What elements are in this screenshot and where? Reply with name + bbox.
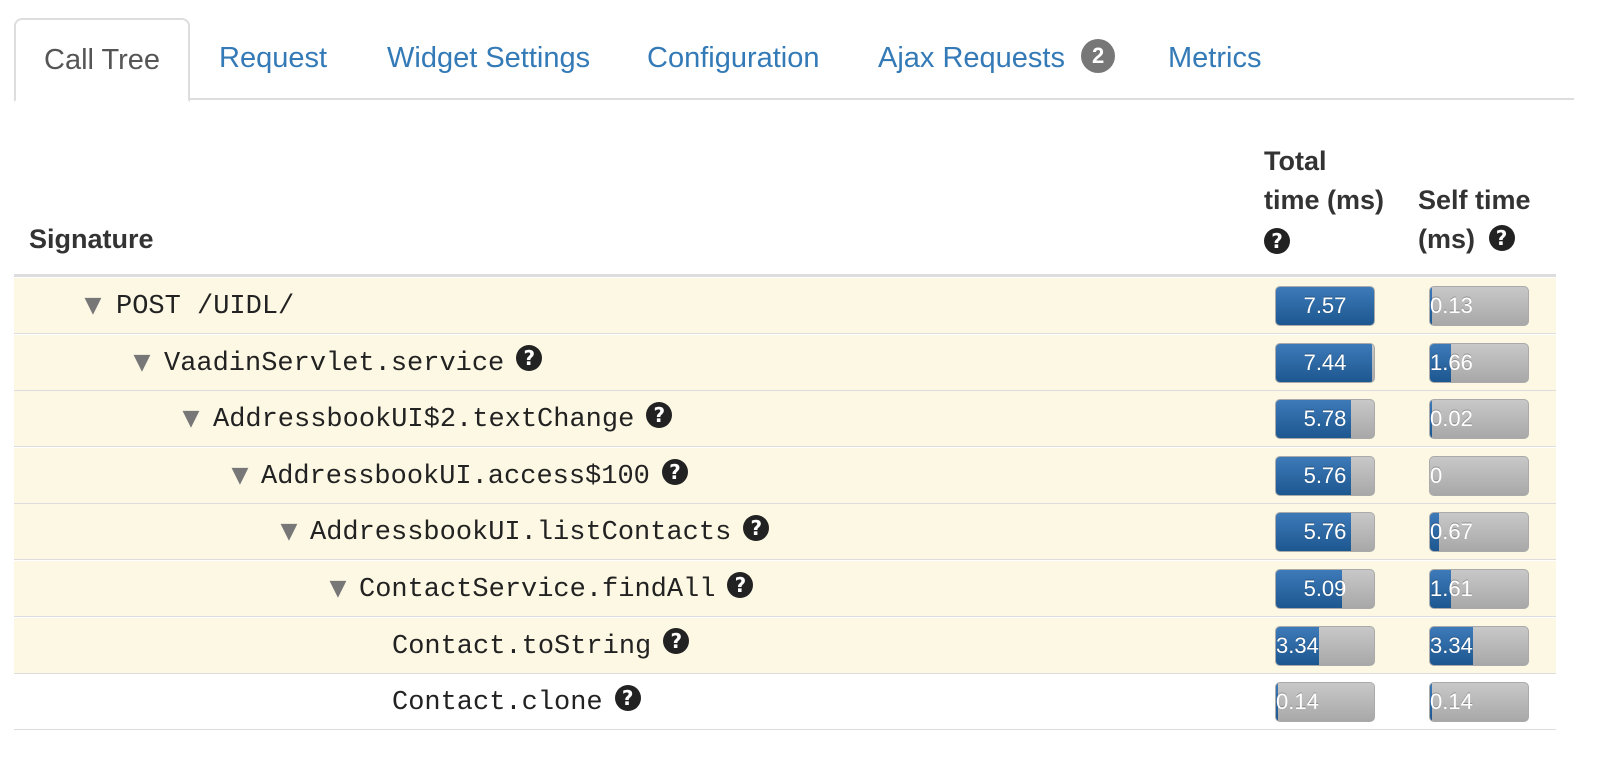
caret-down-icon[interactable]: ▼	[78, 278, 108, 334]
tab-label: Widget Settings	[387, 42, 591, 74]
tab-label: Ajax Requests	[878, 42, 1065, 74]
table-row[interactable]: ▼ AddressbookUI.access$100? 5.76 0	[14, 447, 1556, 504]
table-row[interactable]: ▼ AddressbookUI.listContacts? 5.76 0.67	[14, 504, 1556, 561]
tab-metrics[interactable]: Metrics	[1168, 18, 1261, 100]
signature-text: POST /UIDL/	[116, 292, 295, 322]
self-time-bar-value: 0.14	[1430, 689, 1473, 715]
total-time-bar-value: 7.57	[1303, 293, 1347, 318]
total-time-bar: 0.14	[1275, 682, 1375, 723]
total-time-bar: 5.78	[1275, 399, 1375, 440]
self-time-bar-value: 1.66	[1430, 349, 1473, 375]
caret-down-icon[interactable]: ▼	[225, 448, 255, 504]
total-time-bar-value: 5.09	[1303, 576, 1347, 601]
signature-text: AddressbookUI$2.textChange	[213, 405, 635, 436]
table-row[interactable]: ▼ AddressbookUI$2.textChange? 5.78 0.02	[14, 391, 1556, 448]
question-circle-icon[interactable]: ?	[1488, 224, 1515, 251]
self-time-bar: 1.66	[1429, 342, 1529, 383]
total-time-bar-value: 5.78	[1303, 406, 1347, 432]
tab-label: Configuration	[647, 42, 820, 74]
signature-text: AddressbookUI.listContacts	[310, 518, 732, 549]
signature-text: Contact.clone	[392, 688, 603, 719]
self-time-bar: 1.61	[1429, 569, 1529, 609]
table-row[interactable]: ▼ POST /UIDL/7.57 0.13	[14, 278, 1556, 334]
tab-widget-settings[interactable]: Widget Settings	[387, 18, 590, 100]
total-time-bar: 5.09	[1275, 569, 1375, 609]
signature-text: VaadinServlet.service	[164, 348, 505, 379]
table-row[interactable]: Contact.toString? 3.34 3.34	[14, 617, 1556, 674]
total-time-bar: 7.57	[1275, 286, 1375, 326]
signature-column-header: Signature	[29, 224, 154, 254]
signature-cell: VaadinServlet.service?	[164, 335, 543, 391]
self-time-column-header: Self time (ms) ?	[1418, 185, 1531, 254]
question-circle-icon[interactable]: ?	[1264, 227, 1290, 254]
signature-text: ContactService.findAll	[359, 575, 716, 605]
signature-cell: AddressbookUI$2.textChange?	[213, 391, 673, 447]
question-circle-icon[interactable]: ?	[646, 402, 673, 429]
self-time-bar: 0.67	[1429, 512, 1529, 553]
tab-configuration[interactable]: Configuration	[647, 18, 820, 100]
tab-label: Metrics	[1168, 42, 1262, 74]
tab-label: Request	[219, 42, 328, 74]
signature-cell: ContactService.findAll?	[359, 561, 754, 617]
total-time-bar-value: 5.76	[1303, 519, 1347, 545]
question-circle-icon[interactable]: ?	[614, 685, 641, 712]
signature-cell: AddressbookUI.access$100?	[261, 448, 688, 504]
signature-cell: Contact.clone?	[392, 674, 641, 730]
self-time-bar: 0.14	[1429, 682, 1529, 723]
tab-call-tree[interactable]: Call Tree	[14, 18, 191, 102]
signature-cell: POST /UIDL/	[116, 278, 294, 334]
total-time-bar-value: 7.44	[1303, 349, 1347, 375]
self-time-bar: 0.02	[1429, 399, 1529, 440]
total-time-column-header: Total time (ms) ?	[1264, 146, 1385, 254]
signature-text: Contact.toString	[392, 631, 652, 662]
self-time-bar-value: 0.67	[1430, 519, 1473, 545]
self-time-bar-value: 1.61	[1430, 576, 1473, 601]
question-circle-icon[interactable]: ?	[663, 628, 690, 655]
self-time-bar: 0	[1429, 455, 1529, 496]
total-time-bar: 7.44	[1275, 342, 1375, 383]
total-time-bar-value: 5.76	[1303, 462, 1347, 488]
question-circle-icon[interactable]: ?	[727, 571, 754, 598]
total-time-bar: 5.76	[1275, 512, 1375, 553]
signature-cell: AddressbookUI.listContacts?	[310, 504, 770, 560]
caret-down-icon[interactable]: ▼	[274, 504, 304, 560]
total-time-bar-value: 0.14	[1276, 689, 1319, 715]
header-divider	[14, 274, 1556, 277]
question-circle-icon[interactable]: ?	[516, 345, 543, 372]
self-time-bar-value: 0	[1430, 462, 1443, 488]
tab-request[interactable]: Request	[219, 18, 327, 100]
table-row[interactable]: ▼ VaadinServlet.service? 7.44 1.66	[14, 334, 1556, 391]
ajax-count-badge: 2	[1081, 39, 1116, 74]
question-circle-icon[interactable]: ?	[661, 458, 688, 485]
tab-ajax-requests[interactable]: Ajax Requests 2	[878, 18, 1116, 100]
self-time-bar-value: 0.02	[1430, 406, 1473, 432]
self-time-bar-value: 0.13	[1430, 293, 1473, 318]
self-time-bar: 3.34	[1429, 625, 1529, 666]
self-time-bar: 0.13	[1429, 286, 1529, 326]
signature-text: AddressbookUI.access$100	[261, 461, 650, 492]
caret-down-icon[interactable]: ▼	[176, 391, 206, 447]
total-time-bar-value: 3.34	[1276, 632, 1319, 658]
self-time-bar-value: 3.34	[1430, 632, 1473, 658]
tab-label: Call Tree	[44, 44, 161, 76]
table-row[interactable]: ▼ ContactService.findAll? 5.09 1.61	[14, 561, 1556, 617]
caret-down-icon[interactable]: ▼	[127, 335, 157, 391]
signature-cell: Contact.toString?	[392, 618, 690, 674]
total-time-bar: 5.76	[1275, 455, 1375, 496]
total-time-bar: 3.34	[1275, 625, 1375, 666]
caret-down-icon[interactable]: ▼	[323, 561, 353, 617]
table-row[interactable]: Contact.clone? 0.14 0.14	[14, 674, 1556, 731]
question-circle-icon[interactable]: ?	[743, 515, 770, 542]
tab-bar: Call Tree Request Widget Settings Config…	[14, 18, 1574, 102]
